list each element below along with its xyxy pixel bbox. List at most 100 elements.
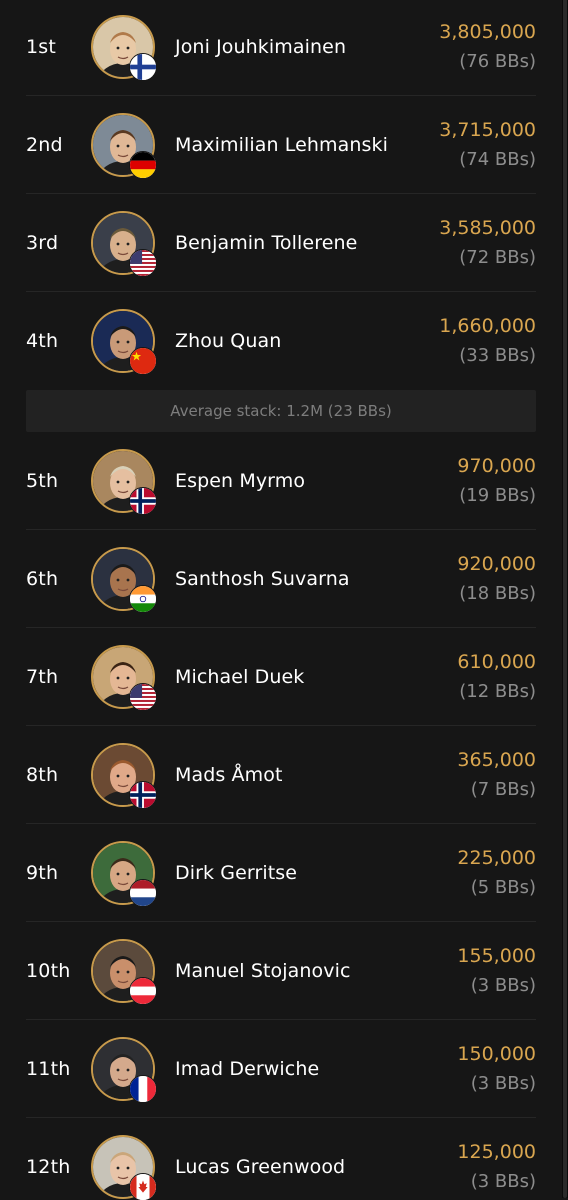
chip-count: 1,660,000: [439, 315, 536, 337]
player-row[interactable]: 8th Mads Åmot 365,000 (7 BBs): [26, 726, 536, 824]
chip-stack: 150,000 (3 BBs): [457, 1039, 536, 1099]
chip-stack: 1,660,000 (33 BBs): [439, 311, 536, 371]
player-name[interactable]: Michael Duek: [175, 666, 457, 688]
player-avatar[interactable]: [91, 309, 157, 375]
big-blinds: (33 BBs): [459, 345, 536, 366]
player-name[interactable]: Mads Åmot: [175, 764, 457, 786]
player-name[interactable]: Joni Jouhkimainen: [175, 36, 439, 58]
player-row[interactable]: 12th Lucas Greenwood 125,000 (3 BBs): [26, 1118, 536, 1200]
rank-label: 11th: [26, 1057, 71, 1080]
rank-label: 10th: [26, 959, 71, 982]
rank-label: 1st: [26, 35, 57, 58]
player-row[interactable]: 1st Joni Jouhkimainen 3,805,000 (76 BBs): [26, 0, 536, 96]
scrollbar[interactable]: [562, 0, 568, 1198]
usa-flag-icon: [129, 682, 157, 711]
netherlands-flag-icon: [129, 878, 157, 907]
austria-flag-icon: [129, 976, 157, 1005]
big-blinds: (5 BBs): [470, 876, 536, 898]
chip-count: 970,000: [457, 454, 536, 477]
average-stack-banner: Average stack: 1.2M (23 BBs): [26, 390, 536, 432]
player-row[interactable]: 2nd Maximilian Lehmanski 3,715,000 (74 BBs): [26, 96, 536, 194]
player-avatar[interactable]: [91, 14, 157, 81]
chip-stack: 920,000 (18 BBs): [457, 549, 536, 609]
big-blinds: (76 BBs): [459, 50, 536, 72]
big-blinds: (3 BBs): [470, 974, 536, 996]
chip-stack: 365,000 (7 BBs): [457, 745, 536, 805]
big-blinds: (3 BBs): [470, 1170, 536, 1192]
player-row[interactable]: 6th Santhosh Suvarna 920,000 (18 BBs): [26, 530, 536, 628]
player-name[interactable]: Lucas Greenwood: [175, 1156, 457, 1178]
chip-count: 150,000: [457, 1042, 536, 1065]
player-avatar[interactable]: [91, 742, 157, 809]
player-avatar[interactable]: [91, 1036, 157, 1103]
chip-stack: 125,000 (3 BBs): [457, 1137, 536, 1197]
chip-stack: 610,000 (12 BBs): [457, 647, 536, 707]
big-blinds: (18 BBs): [459, 582, 536, 604]
chip-count: 3,715,000: [439, 118, 536, 141]
chip-count: 3,585,000: [439, 216, 536, 239]
player-name[interactable]: Benjamin Tollerene: [175, 232, 439, 254]
chip-stack: 225,000 (5 BBs): [457, 843, 536, 903]
rank-label: 7th: [26, 665, 59, 688]
rank-label: 9th: [26, 861, 59, 884]
big-blinds: (3 BBs): [470, 1072, 536, 1094]
chip-count: 125,000: [457, 1140, 536, 1163]
player-row[interactable]: 5th Espen Myrmo 970,000 (19 BBs): [26, 432, 536, 530]
player-name[interactable]: Maximilian Lehmanski: [175, 134, 439, 156]
player-name[interactable]: Manuel Stojanovic: [175, 960, 457, 982]
scrollbar-thumb[interactable]: [563, 0, 567, 1198]
player-row[interactable]: 11th Imad Derwiche 150,000 (3 BBs): [26, 1020, 536, 1118]
germany-flag-icon: [129, 150, 157, 179]
player-avatar[interactable]: [91, 112, 157, 179]
big-blinds: (12 BBs): [459, 680, 536, 702]
rank-label: 8th: [26, 763, 59, 786]
chip-count: 920,000: [457, 552, 536, 575]
chip-count: 3,805,000: [439, 20, 536, 43]
player-name[interactable]: Dirk Gerritse: [175, 862, 457, 884]
player-avatar[interactable]: [91, 840, 157, 907]
norway-flag-icon: [129, 780, 157, 809]
chip-stack: 155,000 (3 BBs): [457, 941, 536, 1001]
rank-label: 5th: [26, 469, 59, 492]
chip-counts-list: 1st Joni Jouhkimainen 3,805,000 (76 BBs) 2nd…: [0, 0, 568, 1200]
player-name[interactable]: Santhosh Suvarna: [175, 568, 457, 590]
rank-label: 6th: [26, 567, 59, 590]
rank-label: 3rd: [26, 231, 59, 254]
big-blinds: (19 BBs): [459, 484, 536, 506]
chip-count: 610,000: [457, 650, 536, 673]
player-row[interactable]: 3rd Benjamin Tollerene 3,585,000 (72 BBs): [26, 194, 536, 292]
france-flag-icon: [129, 1074, 157, 1103]
chip-stack: 3,715,000 (74 BBs): [439, 115, 536, 175]
player-name[interactable]: Imad Derwiche: [175, 1058, 457, 1080]
big-blinds: (74 BBs): [459, 148, 536, 170]
canada-flag-icon: [129, 1172, 157, 1200]
chip-stack: 3,585,000 (72 BBs): [439, 213, 536, 273]
chip-count: 365,000: [457, 748, 536, 771]
player-row[interactable]: 7th Michael Duek 610,000 (12 BBs): [26, 628, 536, 726]
player-avatar[interactable]: [91, 210, 157, 277]
player-avatar[interactable]: [91, 644, 157, 711]
player-avatar[interactable]: [91, 448, 157, 515]
big-blinds: (72 BBs): [459, 246, 536, 268]
china-flag-icon: [129, 347, 157, 375]
chip-stack: 3,805,000 (76 BBs): [439, 17, 536, 77]
usa-flag-icon: [129, 248, 157, 277]
players-list: 1st Joni Jouhkimainen 3,805,000 (76 BBs) 2nd…: [26, 0, 536, 1200]
player-avatar[interactable]: [91, 1134, 157, 1200]
player-name[interactable]: Espen Myrmo: [175, 470, 457, 492]
rank-label: 2nd: [26, 133, 63, 156]
chip-count: 225,000: [457, 846, 536, 869]
player-row[interactable]: 4th Zhou Quan 1,660,000 (33 BBs): [26, 292, 536, 390]
player-row[interactable]: 10th Manuel Stojanovic 155,000 (3 BBs): [26, 922, 536, 1020]
chip-stack: 970,000 (19 BBs): [457, 451, 536, 511]
player-name[interactable]: Zhou Quan: [175, 330, 439, 352]
rank-label: 12th: [26, 1155, 71, 1178]
player-avatar[interactable]: [91, 938, 157, 1005]
rank-label: 4th: [26, 330, 59, 352]
finland-flag-icon: [129, 52, 157, 81]
big-blinds: (7 BBs): [470, 778, 536, 800]
player-row[interactable]: 9th Dirk Gerritse 225,000 (5 BBs): [26, 824, 536, 922]
india-flag-icon: [129, 584, 157, 613]
norway-flag-icon: [129, 486, 157, 515]
player-avatar[interactable]: [91, 546, 157, 613]
